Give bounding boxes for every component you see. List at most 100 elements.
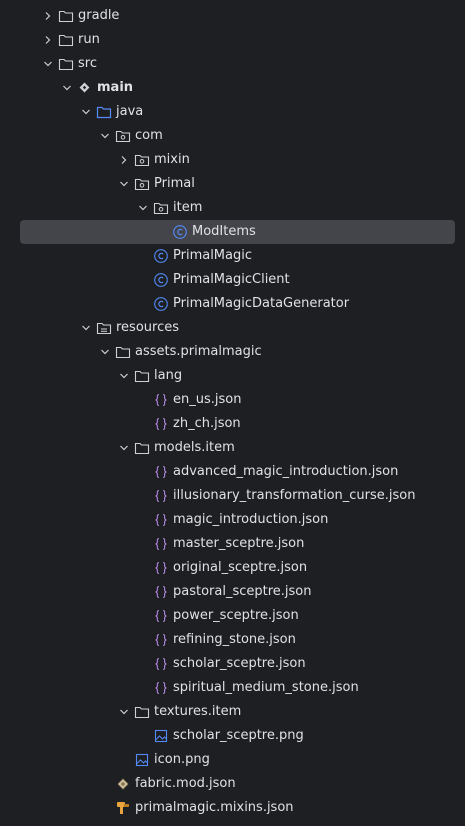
mixin-json-icon <box>115 800 131 816</box>
json-file-icon <box>153 464 169 480</box>
folder-icon <box>134 704 150 720</box>
chevron-right-icon[interactable] <box>40 8 56 24</box>
tree-item-label: PrimalMagicClient <box>173 272 290 287</box>
tree-item[interactable]: run <box>0 28 465 52</box>
json-file-icon <box>153 512 169 528</box>
chevron-down-icon[interactable] <box>78 320 94 336</box>
tree-item[interactable]: gradle <box>0 4 465 28</box>
tree-item-label: scholar_sceptre.json <box>173 656 306 671</box>
chevron-down-icon[interactable] <box>116 176 132 192</box>
chevron-down-icon[interactable] <box>40 56 56 72</box>
tree-item-label: ModItems <box>192 224 256 239</box>
tree-item[interactable]: refining_stone.json <box>0 628 465 652</box>
project-tree: gradle run src main java com mixin Primal item Mo… <box>0 0 465 826</box>
tree-item-label: scholar_sceptre.png <box>173 728 304 743</box>
tree-item[interactable]: Primal <box>0 172 465 196</box>
tree-item-label: Primal <box>154 176 195 191</box>
chevron-right-icon[interactable] <box>116 152 132 168</box>
tree-item[interactable]: illusionary_transformation_curse.json <box>0 484 465 508</box>
json-file-icon <box>153 560 169 576</box>
tree-item[interactable]: textures.item <box>0 700 465 724</box>
chevron-down-icon[interactable] <box>135 200 151 216</box>
json-file-icon <box>153 392 169 408</box>
chevron-right-icon[interactable] <box>40 32 56 48</box>
tree-item-label: src <box>78 56 97 71</box>
package-icon <box>115 128 131 144</box>
tree-item-label: icon.png <box>154 752 210 767</box>
tree-item[interactable]: original_sceptre.json <box>0 556 465 580</box>
tree-item-label: gradle <box>78 8 120 23</box>
tree-item[interactable]: advanced_magic_introduction.json <box>0 460 465 484</box>
chevron-down-icon[interactable] <box>116 368 132 384</box>
tree-item-label: PrimalMagicDataGenerator <box>173 296 350 311</box>
tree-item[interactable]: lang <box>0 364 465 388</box>
tree-item[interactable]: PrimalMagicDataGenerator <box>0 292 465 316</box>
module-source-icon <box>77 80 93 96</box>
json-file-icon <box>153 488 169 504</box>
tree-item[interactable]: icon.png <box>0 748 465 772</box>
tree-item[interactable]: PrimalMagicClient <box>0 268 465 292</box>
tree-item-label: assets.primalmagic <box>135 344 262 359</box>
tree-item-label: en_us.json <box>173 392 242 407</box>
source-folder-icon <box>96 104 112 120</box>
tree-item[interactable]: resources <box>0 316 465 340</box>
tree-item[interactable]: scholar_sceptre.json <box>0 652 465 676</box>
chevron-down-icon[interactable] <box>97 128 113 144</box>
folder-icon <box>58 56 74 72</box>
java-class-icon <box>153 272 169 288</box>
tree-item-label: refining_stone.json <box>173 632 296 647</box>
tree-item[interactable]: mixin <box>0 148 465 172</box>
tree-item-label: java <box>116 104 144 119</box>
tree-item[interactable]: power_sceptre.json <box>0 604 465 628</box>
tree-item[interactable]: com <box>0 124 465 148</box>
tree-item[interactable]: item <box>0 196 465 220</box>
json-file-icon <box>153 632 169 648</box>
folder-icon <box>134 368 150 384</box>
folder-icon <box>58 8 74 24</box>
tree-item[interactable]: fabric.mod.json <box>0 772 465 796</box>
resources-folder-icon <box>96 320 112 336</box>
tree-item[interactable]: zh_ch.json <box>0 412 465 436</box>
tree-item[interactable]: java <box>0 100 465 124</box>
tree-item[interactable]: primalmagic.mixins.json <box>0 796 465 820</box>
tree-item[interactable]: assets.primalmagic <box>0 340 465 364</box>
tree-item-label: lang <box>154 368 183 383</box>
java-class-icon <box>153 248 169 264</box>
json-file-icon <box>153 536 169 552</box>
tree-item[interactable]: master_sceptre.json <box>0 532 465 556</box>
tree-item-label: spiritual_medium_stone.json <box>173 680 359 695</box>
chevron-down-icon[interactable] <box>97 344 113 360</box>
tree-item-label: pastoral_sceptre.json <box>173 584 312 599</box>
tree-item-label: textures.item <box>154 704 242 719</box>
tree-item[interactable]: en_us.json <box>0 388 465 412</box>
folder-icon <box>134 440 150 456</box>
json-file-icon <box>153 608 169 624</box>
tree-item[interactable]: PrimalMagic <box>0 244 465 268</box>
package-icon <box>153 200 169 216</box>
tree-item-label: resources <box>116 320 180 335</box>
tree-item-label: item <box>173 200 203 215</box>
chevron-down-icon[interactable] <box>116 704 132 720</box>
chevron-down-icon[interactable] <box>116 440 132 456</box>
tree-item[interactable]: src <box>0 52 465 76</box>
tree-item[interactable]: spiritual_medium_stone.json <box>0 676 465 700</box>
tree-item-label: advanced_magic_introduction.json <box>173 464 399 479</box>
tree-item[interactable]: ModItems <box>20 220 455 244</box>
tree-item-label: power_sceptre.json <box>173 608 299 623</box>
folder-icon <box>115 344 131 360</box>
tree-item[interactable]: main <box>0 76 465 100</box>
json-file-icon <box>153 656 169 672</box>
chevron-down-icon[interactable] <box>59 80 75 96</box>
java-class-icon <box>172 224 188 240</box>
package-icon <box>134 176 150 192</box>
tree-item[interactable]: magic_introduction.json <box>0 508 465 532</box>
package-icon <box>134 152 150 168</box>
chevron-down-icon[interactable] <box>78 104 94 120</box>
tree-item[interactable]: pastoral_sceptre.json <box>0 580 465 604</box>
tree-item[interactable]: models.item <box>0 436 465 460</box>
tree-item[interactable]: scholar_sceptre.png <box>0 724 465 748</box>
image-file-icon <box>134 752 150 768</box>
java-class-icon <box>153 296 169 312</box>
image-file-icon <box>153 728 169 744</box>
tree-item-label: models.item <box>154 440 235 455</box>
